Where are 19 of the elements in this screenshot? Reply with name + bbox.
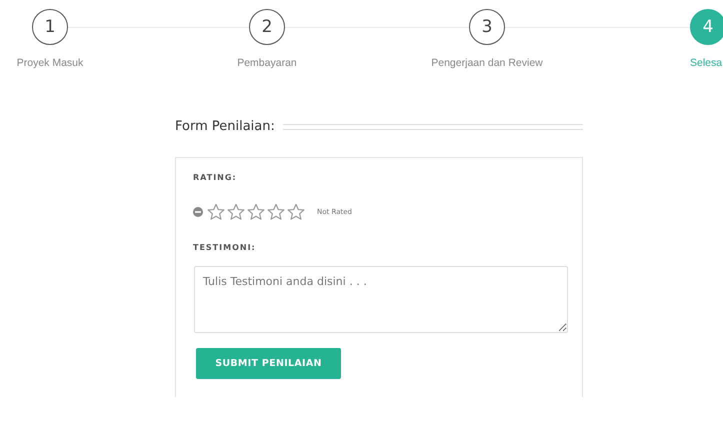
- step-number: 4: [690, 9, 723, 45]
- rating-label: RATING:: [193, 173, 238, 182]
- form-title: Form Penilaian:: [175, 119, 275, 134]
- step-label: Pengerjaan dan Review: [431, 57, 543, 69]
- star-icon[interactable]: [227, 203, 245, 221]
- testimoni-label: TESTIMONI:: [193, 243, 257, 252]
- testimoni-field[interactable]: Tulis Testimoni anda disini . . .: [194, 266, 568, 333]
- step-label: Proyek Masuk: [16, 57, 84, 69]
- step-label: Selesa: [690, 57, 722, 69]
- star-icon[interactable]: [207, 203, 225, 221]
- star-icon[interactable]: [267, 203, 285, 221]
- submit-button[interactable]: SUBMIT PENILAIAN: [196, 348, 341, 379]
- star-icon[interactable]: [247, 203, 265, 221]
- step-number: 3: [469, 9, 505, 45]
- step-label: Pembayaran: [237, 57, 297, 69]
- step-number: 1: [32, 9, 68, 45]
- step-number: 2: [249, 9, 285, 45]
- cancel-rating-icon[interactable]: [193, 207, 203, 217]
- star-icon[interactable]: [287, 203, 305, 221]
